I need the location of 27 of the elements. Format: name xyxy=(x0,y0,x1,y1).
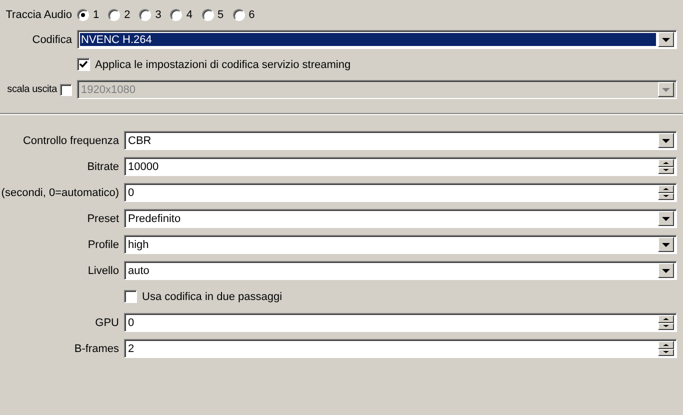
check-icon xyxy=(79,60,88,69)
field-label: Preset xyxy=(87,212,119,224)
checkbox[interactable]: Applica le impostazioni di codifica servizio streaming xyxy=(77,58,677,71)
field-label: B-frames xyxy=(74,342,119,354)
spinner-arrows-icon[interactable] xyxy=(658,185,674,200)
dropdown[interactable]: NVENC H.264 xyxy=(77,30,677,49)
field-label: Livello xyxy=(88,264,119,276)
dropdown[interactable]: CBR xyxy=(124,131,677,150)
field-label: Traccia Audio xyxy=(6,8,72,20)
checkbox[interactable]: Usa codifica in due passaggi xyxy=(124,290,677,303)
field-label: Codifica xyxy=(32,34,72,46)
number-field[interactable]: 2 xyxy=(124,339,677,358)
number-field[interactable]: 0 xyxy=(124,183,677,202)
spinner-arrows-icon[interactable] xyxy=(658,315,674,330)
field-label: Bitrate xyxy=(87,160,119,172)
dropdown[interactable]: high xyxy=(124,235,677,254)
dropdown[interactable]: Predefinito xyxy=(124,209,677,228)
field-label: Profile xyxy=(88,238,119,250)
number-field[interactable]: 0 xyxy=(124,313,677,332)
spinner-arrows-icon[interactable] xyxy=(658,341,674,356)
field-label: scala uscita xyxy=(7,84,57,95)
spinner-arrows-icon[interactable] xyxy=(658,159,674,174)
field-label: (secondi, 0=automatico) xyxy=(1,186,119,198)
field-label: Controllo frequenza xyxy=(22,134,119,146)
dropdown[interactable]: auto xyxy=(124,261,677,280)
field-label: GPU xyxy=(95,316,119,328)
number-field[interactable]: 10000 xyxy=(124,157,677,176)
